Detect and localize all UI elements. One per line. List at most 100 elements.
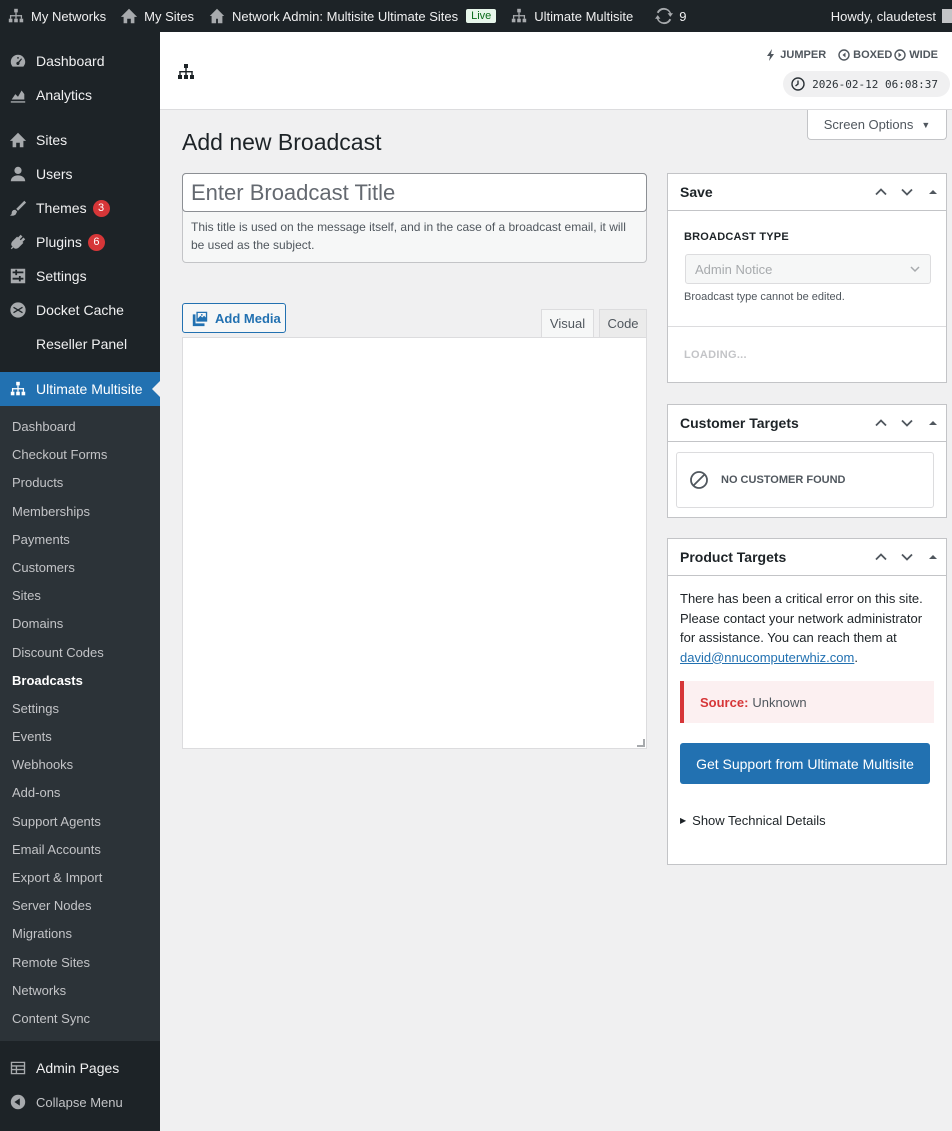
boxed-button[interactable]: BOXED	[838, 49, 892, 61]
toggle-panel-icon[interactable]	[920, 405, 946, 441]
plugins-icon	[8, 232, 28, 252]
menu-users-label: Users	[36, 166, 73, 182]
collapse-menu-button[interactable]: Collapse Menu	[0, 1085, 160, 1119]
submenu-item-migrations[interactable]: Migrations	[0, 920, 160, 948]
wide-icon	[894, 49, 906, 61]
product-targets-postbox: Product Targets There has been a critica…	[667, 538, 947, 865]
submenu-item-checkout-forms[interactable]: Checkout Forms	[0, 441, 160, 469]
updates-count: 9	[679, 8, 687, 24]
move-down-icon[interactable]	[894, 539, 920, 575]
lightning-icon	[767, 49, 775, 61]
toggle-panel-icon[interactable]	[920, 539, 946, 575]
save-postbox-header: Save	[668, 174, 946, 211]
resize-handle[interactable]	[637, 739, 645, 747]
submenu-item-support-agents[interactable]: Support Agents	[0, 808, 160, 836]
docket-cache-icon	[8, 300, 28, 320]
menu-users[interactable]: Users	[0, 157, 160, 191]
menu-admin-pages-label: Admin Pages	[36, 1060, 120, 1077]
submenu-item-export-import[interactable]: Export & Import	[0, 864, 160, 892]
add-media-button[interactable]: Add Media	[182, 303, 286, 333]
error-source-notice: Source: Unknown	[680, 681, 934, 723]
ultimate-multisite-submenu: Dashboard Checkout Forms Products Member…	[0, 406, 160, 1042]
updates-link[interactable]: 9	[648, 0, 693, 32]
live-badge: Live	[466, 9, 497, 23]
get-support-button[interactable]: Get Support from Ultimate Multisite	[680, 743, 930, 784]
no-customer-text: NO CUSTOMER FOUND	[721, 474, 846, 486]
submenu-item-customers[interactable]: Customers	[0, 554, 160, 582]
my-networks-link[interactable]: My Networks	[0, 0, 113, 32]
submenu-item-discount-codes[interactable]: Discount Codes	[0, 639, 160, 667]
screen-options-label: Screen Options	[823, 117, 914, 132]
tab-code[interactable]: Code	[599, 309, 647, 338]
menu-settings-label: Settings	[36, 268, 87, 284]
no-customer-notice: NO CUSTOMER FOUND	[676, 452, 934, 508]
menu-dashboard[interactable]: Dashboard	[0, 44, 160, 78]
menu-ultimate-multisite[interactable]: Ultimate Multisite	[0, 372, 160, 406]
collapse-menu-label: Collapse Menu	[36, 1094, 123, 1110]
menu-themes[interactable]: Themes 3	[0, 191, 160, 225]
show-technical-details-toggle[interactable]: ▶ Show Technical Details	[680, 813, 826, 828]
menu-settings[interactable]: Settings	[0, 259, 160, 293]
submenu-item-email-accounts[interactable]: Email Accounts	[0, 836, 160, 864]
move-down-icon[interactable]	[894, 405, 920, 441]
jumper-button[interactable]: JUMPER	[765, 49, 826, 61]
error-period: .	[854, 649, 858, 665]
submenu-item-webhooks[interactable]: Webhooks	[0, 751, 160, 779]
broadcast-type-select: Admin Notice	[685, 254, 931, 284]
move-up-icon[interactable]	[868, 174, 894, 210]
submenu-item-content-sync[interactable]: Content Sync	[0, 1005, 160, 1033]
chevron-down-icon	[910, 266, 920, 273]
screen-options-button[interactable]: Screen Options ▼	[807, 110, 947, 140]
menu-analytics[interactable]: Analytics	[0, 78, 160, 112]
critical-error-text: There has been a critical error on this …	[680, 591, 923, 645]
move-up-icon[interactable]	[868, 539, 894, 575]
network-admin-link[interactable]: Network Admin: Multisite Ultimate Sites …	[201, 0, 503, 32]
menu-reseller-panel[interactable]: Reseller Panel	[0, 327, 160, 361]
submenu-item-broadcasts[interactable]: Broadcasts	[0, 667, 160, 695]
network-icon	[8, 8, 24, 23]
jumper-label: JUMPER	[780, 49, 827, 61]
boxed-label: BOXED	[853, 49, 893, 61]
menu-plugins-label: Plugins	[36, 234, 82, 250]
menu-admin-pages[interactable]: Admin Pages	[0, 1051, 160, 1085]
ultimate-multisite-label: Ultimate Multisite	[534, 8, 634, 24]
submenu-item-payments[interactable]: Payments	[0, 526, 160, 554]
admin-bar: My Networks My Sites Network Admin: Mult…	[0, 0, 952, 32]
submenu-item-sites[interactable]: Sites	[0, 582, 160, 610]
submenu-item-events[interactable]: Events	[0, 723, 160, 751]
wide-label: WIDE	[909, 49, 938, 61]
menu-docket-cache[interactable]: Docket Cache	[0, 293, 160, 327]
submenu-item-domains[interactable]: Domains	[0, 610, 160, 638]
clock-icon	[791, 77, 805, 91]
tab-visual[interactable]: Visual	[541, 309, 594, 338]
page-header-bar: JUMPER BOXED WIDE 2026-02-12 06:08:37	[160, 32, 952, 110]
menu-plugins[interactable]: Plugins 6	[0, 225, 160, 259]
my-networks-label: My Networks	[31, 8, 107, 24]
ultimate-multisite-link[interactable]: Ultimate Multisite	[503, 0, 640, 32]
submenu-item-server-nodes[interactable]: Server Nodes	[0, 892, 160, 920]
menu-analytics-label: Analytics	[36, 87, 93, 103]
toggle-panel-icon[interactable]	[920, 174, 946, 210]
move-down-icon[interactable]	[894, 174, 920, 210]
submenu-item-dashboard[interactable]: Dashboard	[0, 413, 160, 441]
broadcast-type-note: Broadcast type cannot be edited.	[684, 291, 845, 303]
menu-sites-label: Sites	[36, 132, 68, 148]
menu-sites[interactable]: Sites	[0, 123, 160, 157]
account-menu[interactable]: Howdy, claudetest	[824, 0, 952, 32]
my-sites-label: My Sites	[144, 8, 194, 24]
wide-button[interactable]: WIDE	[894, 49, 938, 61]
move-up-icon[interactable]	[868, 405, 894, 441]
broadcast-content-editor[interactable]	[182, 337, 647, 749]
submenu-item-products[interactable]: Products	[0, 469, 160, 497]
submenu-item-memberships[interactable]: Memberships	[0, 498, 160, 526]
submenu-item-networks[interactable]: Networks	[0, 977, 160, 1005]
submenu-item-remote-sites[interactable]: Remote Sites	[0, 949, 160, 977]
submenu-item-settings[interactable]: Settings	[0, 695, 160, 723]
product-targets-title: Product Targets	[680, 549, 787, 565]
broadcast-title-input[interactable]	[182, 173, 647, 212]
submenu-item-add-ons[interactable]: Add-ons	[0, 779, 160, 807]
divider	[668, 326, 946, 327]
broadcast-title-help: This title is used on the message itself…	[191, 220, 626, 252]
my-sites-link[interactable]: My Sites	[113, 0, 201, 32]
admin-email-link[interactable]: david@nnucomputerwhiz.com	[680, 650, 854, 665]
